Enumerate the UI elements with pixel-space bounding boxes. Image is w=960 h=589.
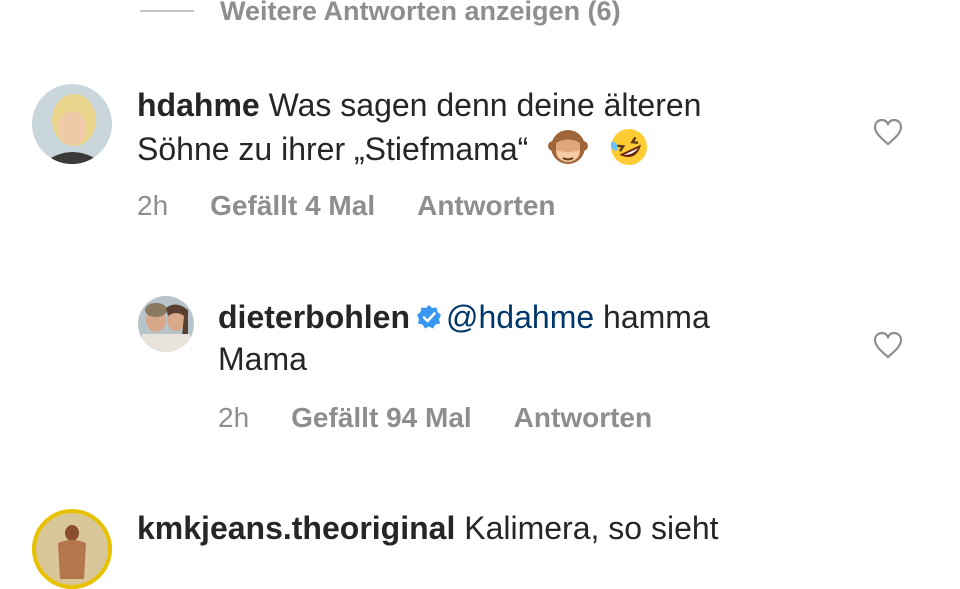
like-count[interactable]: Gefällt 4 Mal (210, 190, 375, 222)
comment-meta: 2h Gefällt 94 Mal Antworten (218, 402, 652, 434)
comment-hdahme: hdahme Was sagen denn deine älteren Söhn… (0, 0, 960, 240)
comment-meta: 2h Gefällt 4 Mal Antworten (137, 190, 556, 222)
like-count[interactable]: Gefällt 94 Mal (291, 402, 472, 434)
comment-body-line2: Söhne zu ihrer „Stiefmama“ (137, 131, 529, 167)
comment-text: hdahme Was sagen denn deine älteren Söhn… (137, 84, 857, 170)
comment-body-line1: Kalimera, so sieht (464, 510, 719, 546)
comment-body-line2: Mama (218, 341, 307, 377)
avatar[interactable] (32, 84, 112, 164)
comment-text: dieterbohlen @hdahme hamma Mama (218, 296, 858, 380)
see-no-evil-monkey-icon (548, 130, 589, 164)
heart-icon[interactable] (872, 330, 904, 360)
comment-username[interactable]: kmkjeans.theoriginal (137, 510, 455, 546)
avatar[interactable] (138, 296, 194, 352)
comment-timestamp: 2h (218, 402, 250, 433)
reply-button[interactable]: Antworten (514, 402, 652, 434)
comment-body-line1: hamma (594, 299, 710, 335)
rolling-on-floor-laughing-icon (610, 129, 648, 165)
comment-body-line1: Was sagen denn deine älteren (268, 87, 702, 123)
heart-icon[interactable] (872, 117, 904, 147)
comment-username[interactable]: hdahme (137, 87, 260, 123)
verified-badge-icon (417, 305, 442, 329)
mention-link[interactable]: @hdahme (446, 299, 594, 335)
reply-button[interactable]: Antworten (417, 190, 555, 222)
reply-dieterbohlen: dieterbohlen @hdahme hamma Mama 2h Gefäl… (0, 280, 960, 460)
comment-username[interactable]: dieterbohlen (218, 299, 410, 335)
avatar[interactable] (32, 509, 112, 589)
comment-kmkjeans: kmkjeans.theoriginal Kalimera, so sieht (0, 500, 960, 589)
comment-timestamp: 2h (137, 190, 169, 221)
comment-text: kmkjeans.theoriginal Kalimera, so sieht (137, 507, 857, 549)
